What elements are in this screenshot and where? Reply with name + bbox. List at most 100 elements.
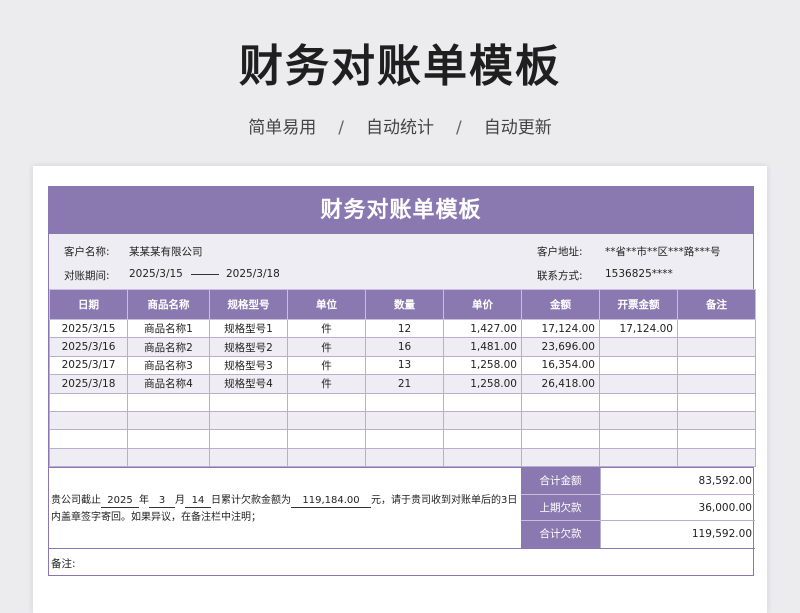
cell-invoice[interactable] bbox=[599, 392, 678, 412]
statement-year[interactable]: 2025 bbox=[101, 494, 139, 509]
cell-amount[interactable] bbox=[521, 429, 600, 449]
cell-qty[interactable] bbox=[365, 410, 444, 431]
cell-note[interactable] bbox=[677, 392, 756, 412]
cell-amount[interactable]: 26,418.00 bbox=[521, 374, 600, 394]
cell-date[interactable] bbox=[49, 429, 128, 449]
cell-spec[interactable] bbox=[209, 447, 288, 468]
table-row: 2025/3/17 商品名称3 规格型号3 件 13 1,258.00 16,3… bbox=[49, 355, 756, 376]
cell-qty[interactable]: 21 bbox=[365, 374, 444, 394]
cell-qty[interactable] bbox=[365, 392, 444, 412]
cell-invoice[interactable] bbox=[599, 355, 678, 376]
period-end[interactable]: 2025/3/18 bbox=[226, 268, 280, 280]
cell-date[interactable]: 2025/3/17 bbox=[49, 355, 128, 376]
page-title: 财务对账单模板 bbox=[239, 41, 561, 92]
cell-product[interactable] bbox=[127, 410, 210, 431]
statement-month[interactable]: 3 bbox=[149, 494, 175, 509]
cell-product[interactable]: 商品名称1 bbox=[127, 318, 210, 339]
period-start[interactable]: 2025/3/15 bbox=[129, 268, 183, 280]
cell-date[interactable]: 2025/3/15 bbox=[49, 318, 128, 339]
cell-price[interactable] bbox=[443, 392, 522, 412]
total-debt-value[interactable]: 119,592.00 bbox=[600, 521, 755, 548]
cell-invoice[interactable] bbox=[599, 410, 678, 431]
cell-qty[interactable]: 16 bbox=[365, 337, 444, 357]
table-row: 2025/3/16 商品名称2 规格型号2 件 16 1,481.00 23,6… bbox=[49, 337, 756, 357]
statement-footer: 贵公司截止 2025 年 3 月 14 日累计欠款金额为 119,184.00 元，请于贵司收到… bbox=[49, 467, 755, 548]
remark-row[interactable]: 备注: bbox=[49, 548, 755, 577]
col-spec: 规格型号 bbox=[209, 289, 288, 320]
cell-product[interactable]: 商品名称2 bbox=[127, 337, 210, 357]
statement-month-unit: 月 bbox=[175, 495, 185, 507]
cell-unit[interactable] bbox=[287, 410, 366, 431]
cell-amount[interactable] bbox=[521, 447, 600, 468]
cell-amount[interactable] bbox=[521, 392, 600, 412]
cell-note[interactable] bbox=[677, 337, 756, 357]
cell-note[interactable] bbox=[677, 410, 756, 431]
statement-day[interactable]: 14 bbox=[185, 494, 211, 509]
cell-price[interactable]: 1,258.00 bbox=[443, 374, 522, 394]
cell-price[interactable] bbox=[443, 429, 522, 449]
cell-product[interactable] bbox=[127, 392, 210, 412]
cell-product[interactable] bbox=[127, 429, 210, 449]
cell-qty[interactable] bbox=[365, 429, 444, 449]
cell-qty[interactable]: 13 bbox=[365, 355, 444, 376]
cell-qty[interactable] bbox=[365, 447, 444, 468]
cell-invoice[interactable] bbox=[599, 429, 678, 449]
cell-amount[interactable]: 23,696.00 bbox=[521, 337, 600, 357]
cell-note[interactable] bbox=[677, 355, 756, 376]
prior-debt-value[interactable]: 36,000.00 bbox=[600, 494, 755, 522]
cell-note[interactable] bbox=[677, 447, 756, 468]
table-row bbox=[49, 447, 756, 468]
cell-invoice[interactable] bbox=[599, 337, 678, 357]
cell-unit[interactable]: 件 bbox=[287, 318, 366, 339]
cell-invoice[interactable]: 17,124.00 bbox=[599, 318, 678, 339]
cell-invoice[interactable] bbox=[599, 447, 678, 468]
table-row: 2025/3/18 商品名称4 规格型号4 件 21 1,258.00 26,4… bbox=[49, 374, 756, 394]
cell-unit[interactable]: 件 bbox=[287, 355, 366, 376]
cell-note[interactable] bbox=[677, 374, 756, 394]
col-date: 日期 bbox=[49, 289, 128, 320]
cell-product[interactable]: 商品名称3 bbox=[127, 355, 210, 376]
contact-value[interactable]: 1536825**** bbox=[605, 268, 673, 280]
cell-amount[interactable]: 16,354.00 bbox=[521, 355, 600, 376]
cell-spec[interactable] bbox=[209, 410, 288, 431]
cell-date[interactable] bbox=[49, 392, 128, 412]
customer-name-label: 客户名称: bbox=[64, 246, 110, 258]
cell-product[interactable]: 商品名称4 bbox=[127, 374, 210, 394]
cell-date[interactable] bbox=[49, 447, 128, 468]
cell-note[interactable] bbox=[677, 318, 756, 339]
cell-spec[interactable]: 规格型号2 bbox=[209, 337, 288, 357]
address-value[interactable]: **省**市**区***路***号 bbox=[605, 244, 721, 259]
col-unit: 单位 bbox=[287, 289, 366, 320]
cell-amount[interactable] bbox=[521, 410, 600, 431]
cell-unit[interactable] bbox=[287, 429, 366, 449]
total-amount-value[interactable]: 83,592.00 bbox=[600, 468, 755, 495]
statement-amount[interactable]: 119,184.00 bbox=[291, 494, 371, 509]
cell-note[interactable] bbox=[677, 429, 756, 449]
cell-spec[interactable] bbox=[209, 392, 288, 412]
cell-unit[interactable]: 件 bbox=[287, 374, 366, 394]
cell-amount[interactable]: 17,124.00 bbox=[521, 318, 600, 339]
cell-spec[interactable]: 规格型号4 bbox=[209, 374, 288, 394]
cell-price[interactable] bbox=[443, 410, 522, 431]
cell-price[interactable] bbox=[443, 447, 522, 468]
total-amount-label: 合计金额 bbox=[521, 468, 600, 495]
cell-date[interactable]: 2025/3/18 bbox=[49, 374, 128, 394]
cell-spec[interactable]: 规格型号3 bbox=[209, 355, 288, 376]
cell-date[interactable]: 2025/3/16 bbox=[49, 337, 128, 357]
cell-spec[interactable]: 规格型号1 bbox=[209, 318, 288, 339]
cell-unit[interactable]: 件 bbox=[287, 337, 366, 357]
cell-invoice[interactable] bbox=[599, 374, 678, 394]
customer-name-value[interactable]: 某某某有限公司 bbox=[129, 244, 203, 259]
template-preview-card: 财务对账单模板 客户名称: 某某某有限公司 对账期间: 2025/3/15 20… bbox=[33, 166, 767, 613]
cell-unit[interactable] bbox=[287, 447, 366, 468]
statement-table: 日期 商品名称 规格型号 单位 数量 单价 金额 开票金额 备注 2025/3/… bbox=[49, 289, 756, 468]
cell-price[interactable]: 1,481.00 bbox=[443, 337, 522, 357]
cell-qty[interactable]: 12 bbox=[365, 318, 444, 339]
cell-price[interactable]: 1,258.00 bbox=[443, 355, 522, 376]
cell-product[interactable] bbox=[127, 447, 210, 468]
cell-date[interactable] bbox=[49, 410, 128, 431]
cell-unit[interactable] bbox=[287, 392, 366, 412]
cell-price[interactable]: 1,427.00 bbox=[443, 318, 522, 339]
col-qty: 数量 bbox=[365, 289, 444, 320]
cell-spec[interactable] bbox=[209, 429, 288, 449]
